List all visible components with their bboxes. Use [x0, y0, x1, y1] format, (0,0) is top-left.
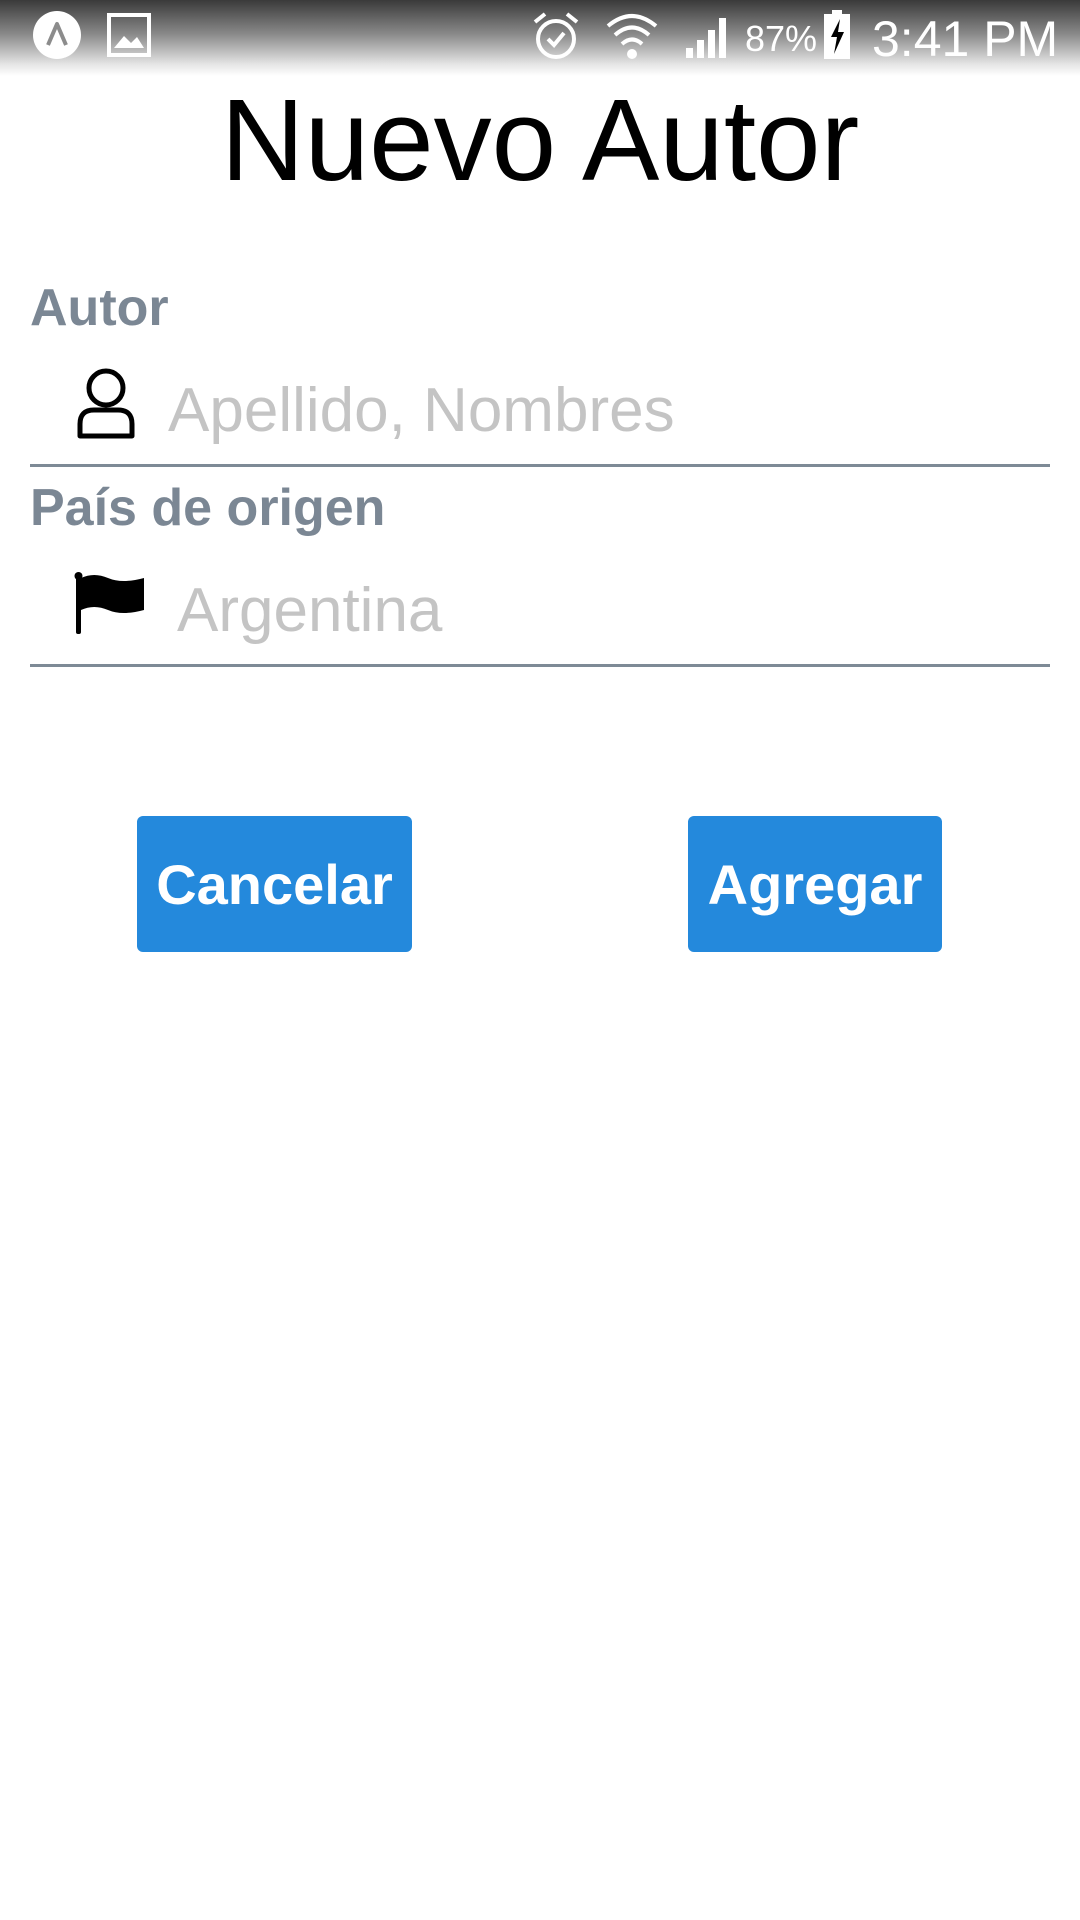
country-label: País de origen — [30, 479, 386, 537]
user-icon — [77, 368, 135, 439]
add-button[interactable]: Agregar — [688, 816, 942, 952]
cancel-button[interactable]: Cancelar — [137, 816, 412, 952]
status-bar: 87% 3:41 PM — [0, 0, 1080, 76]
author-field[interactable] — [30, 356, 1050, 467]
battery-percent: 87% — [745, 18, 818, 59]
battery-charging-icon — [824, 10, 850, 59]
alarm-icon — [533, 12, 579, 59]
signal-icon — [686, 18, 726, 58]
image-icon — [107, 13, 151, 57]
country-field[interactable] — [30, 556, 1050, 667]
country-input[interactable] — [177, 570, 1027, 650]
android-auto-icon — [33, 11, 81, 59]
author-label: Autor — [30, 279, 169, 337]
wifi-icon — [606, 14, 658, 59]
page-title: Nuevo Autor — [220, 75, 860, 205]
flag-icon — [74, 572, 144, 634]
author-input[interactable] — [168, 370, 1028, 450]
status-time: 3:41 PM — [872, 11, 1059, 67]
